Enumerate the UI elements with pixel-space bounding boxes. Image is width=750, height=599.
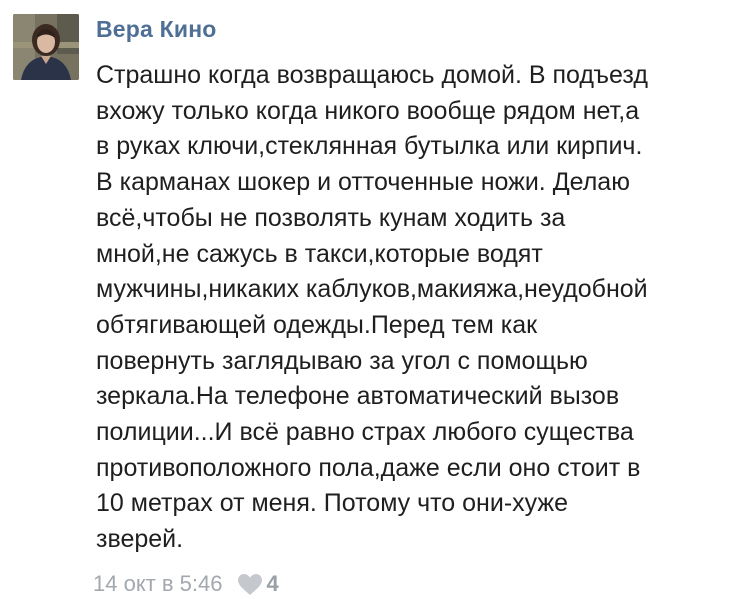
post: Вера Кино Страшно когда возвращаюсь домо… bbox=[0, 0, 750, 599]
post-text-line: мной,не сажусь в такси,которые водят bbox=[96, 239, 543, 268]
like-count: 4 bbox=[266, 571, 279, 596]
post-text-line: мужчины,никаких каблуков,макияжа,неудобн… bbox=[96, 275, 648, 304]
post-text-line: 10 метрах от меня. Потому что они-хуже bbox=[96, 489, 569, 518]
post-text-line: зеркала.На телефоне автоматический вызов bbox=[96, 382, 620, 411]
post-text-line: полиции...И всё равно страх любого сущес… bbox=[96, 418, 634, 447]
avatar[interactable] bbox=[13, 14, 79, 80]
post-text-line: обтягивающей одежды.Перед тем как bbox=[96, 310, 538, 339]
post-timestamp[interactable]: 14 окт в 5:46 bbox=[93, 571, 223, 597]
post-text-line: всё,чтобы не позволять кунам ходить за bbox=[96, 203, 566, 232]
post-text-line: Страшно когда возвращаюсь домой. В подъе… bbox=[96, 61, 648, 89]
post-text-line: В карманах шокер и отточенные ножи. Дела… bbox=[96, 168, 630, 197]
heart-icon bbox=[237, 573, 262, 595]
post-text-line: в руках ключи,стеклянная бутылка или кир… bbox=[96, 132, 643, 161]
post-meta: 14 окт в 5:46 4 bbox=[93, 569, 279, 599]
post-text-line: вхожу только когда никого вообще рядом н… bbox=[96, 96, 640, 125]
post-text-line: повернуть заглядываю за угол с помощью bbox=[96, 346, 588, 375]
like-button[interactable]: 4 bbox=[237, 571, 279, 597]
post-text-line: зверей. bbox=[96, 525, 184, 554]
post-text: Страшно когда возвращаюсь домой. В подъе… bbox=[96, 58, 746, 558]
post-text-line: противоположного пола,даже если оно стои… bbox=[96, 453, 641, 482]
avatar-photo bbox=[13, 14, 79, 80]
author-name[interactable]: Вера Кино bbox=[96, 16, 217, 43]
